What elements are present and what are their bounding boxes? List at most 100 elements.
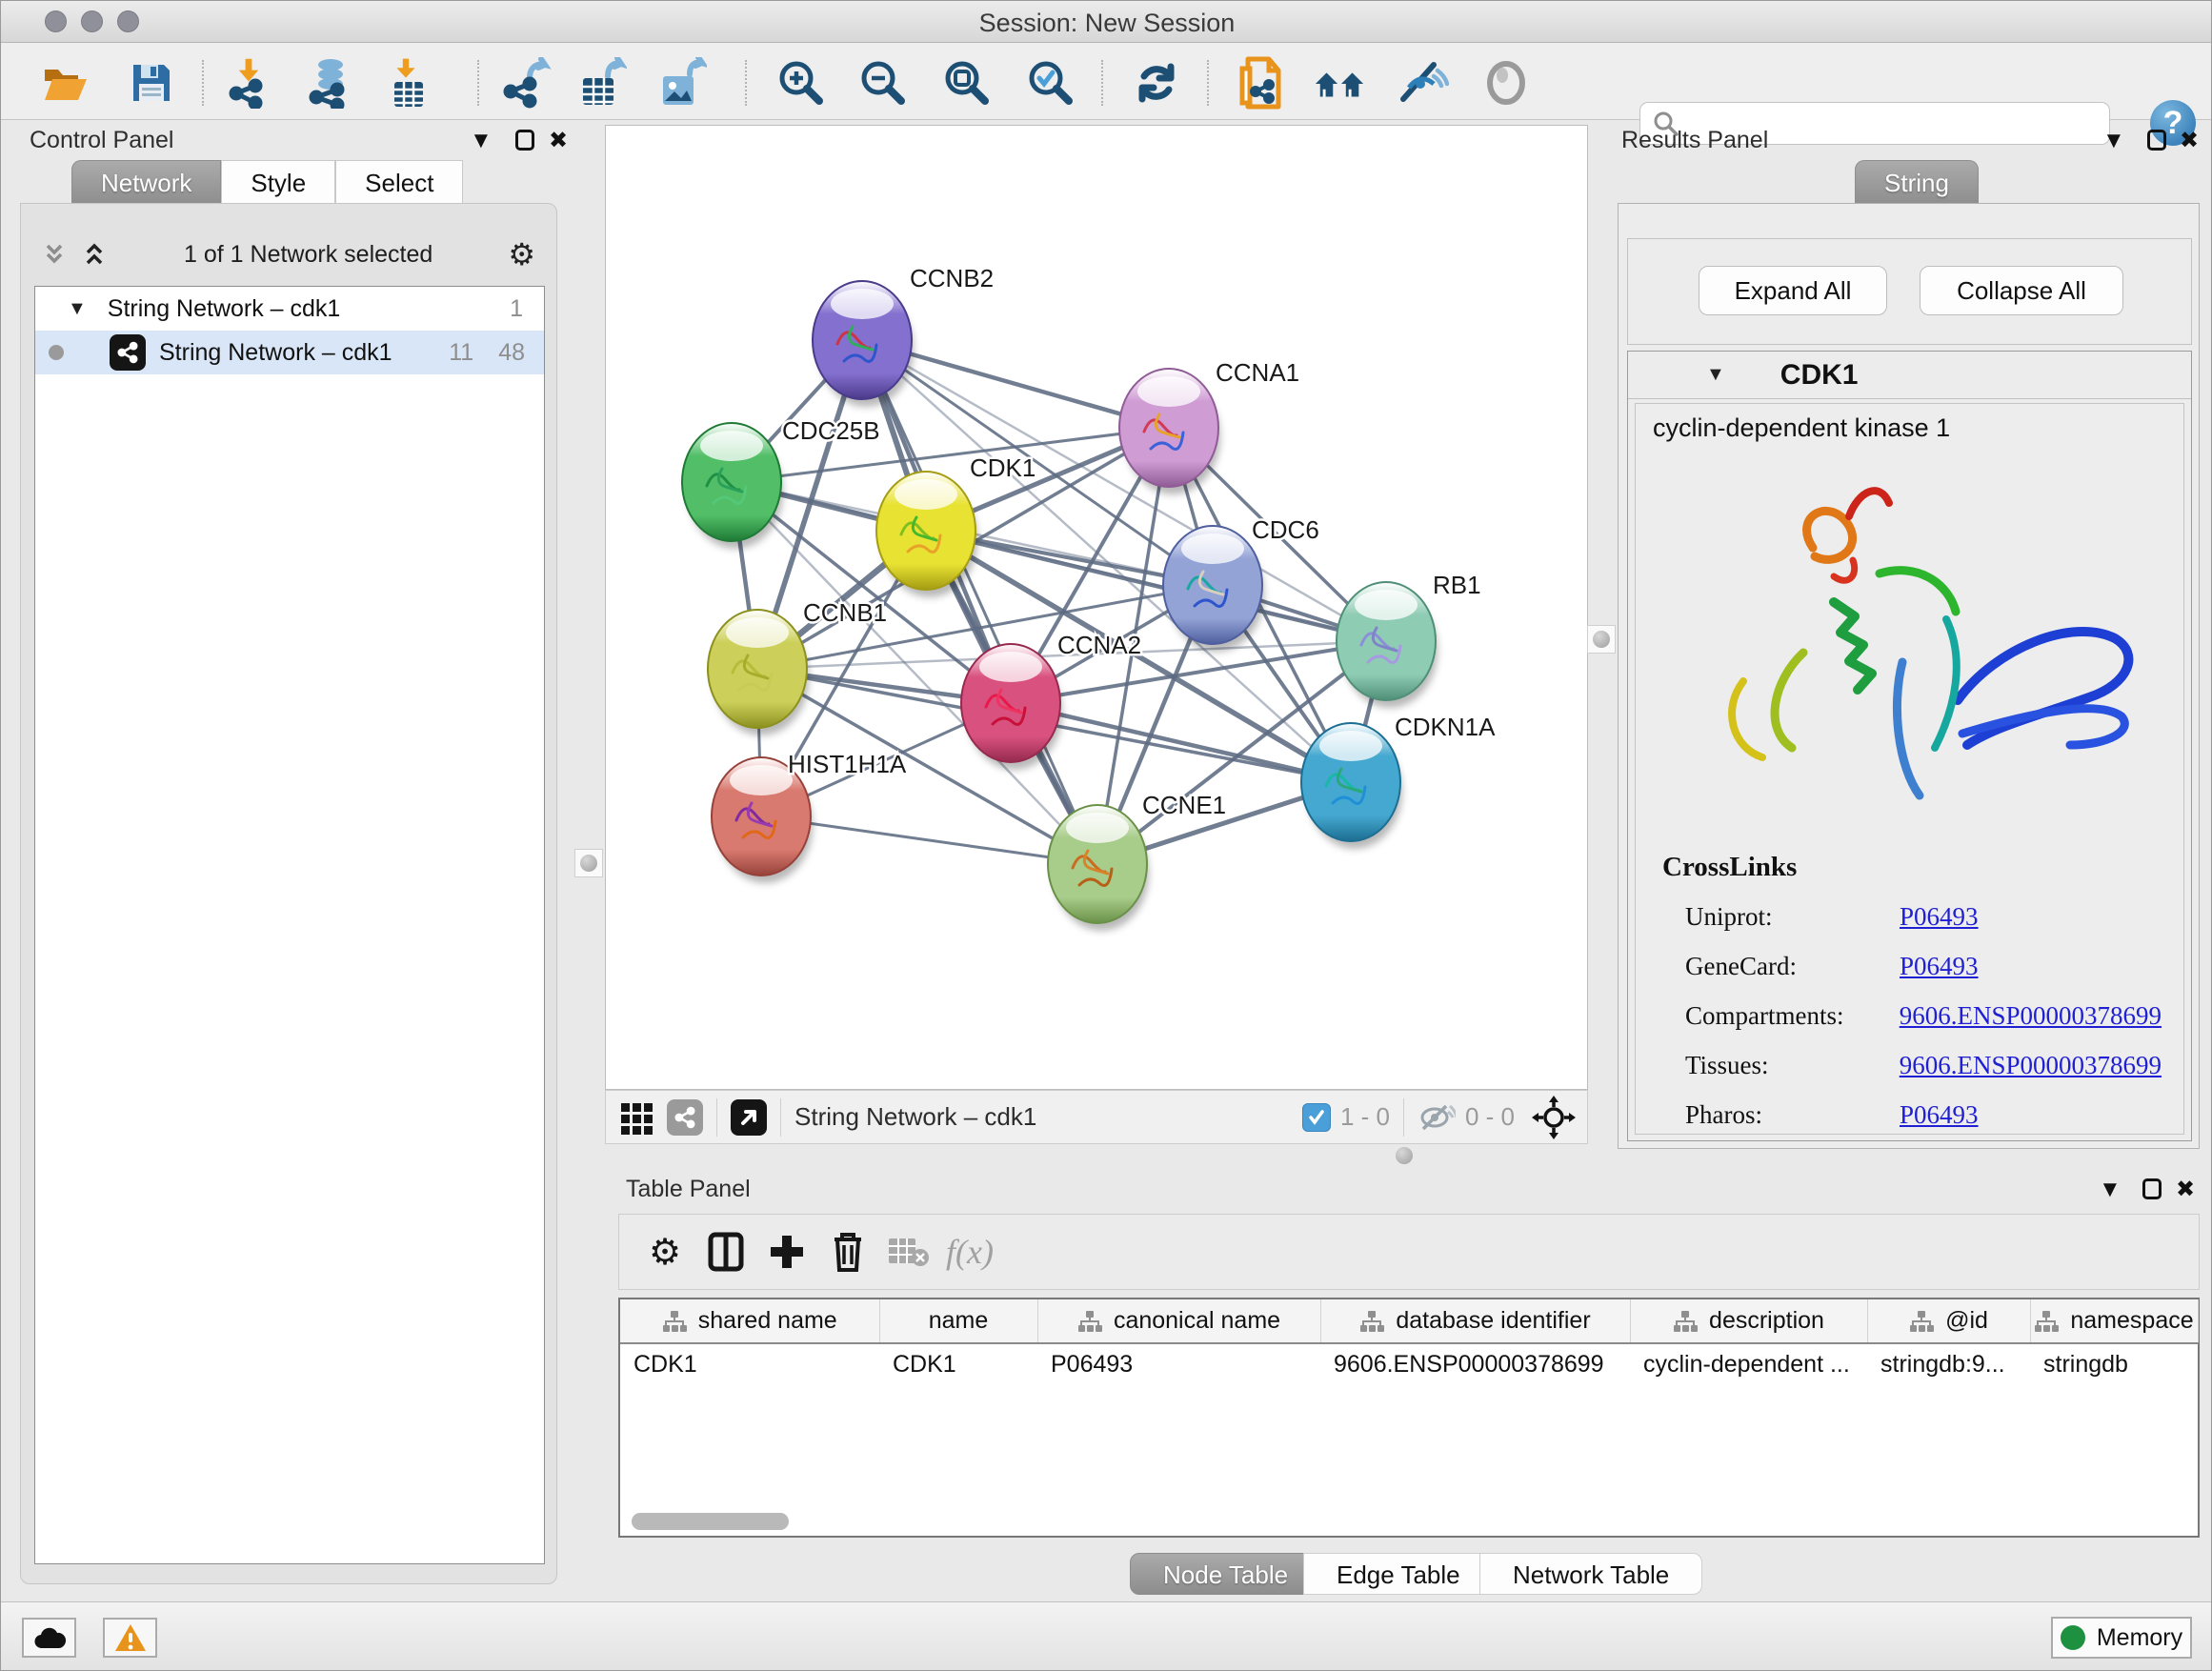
hide-selected-eye-icon[interactable] <box>1396 56 1449 110</box>
network-node-HIST1H1A[interactable]: HIST1H1A <box>712 750 907 883</box>
network-node-RB1[interactable]: RB1 <box>1337 571 1481 708</box>
network-node-CDC25B[interactable]: CDC25B <box>682 416 880 549</box>
network-node-CCNA1[interactable]: CCNA1 <box>1119 358 1299 494</box>
network-node-CCNA2[interactable]: CCNA2 <box>961 631 1141 770</box>
network-node-CCNB2[interactable]: CCNB2 <box>813 264 994 407</box>
crosslink-value-link[interactable]: 9606.ENSP00000378699 <box>1900 1001 2162 1031</box>
tab-style[interactable]: Style <box>221 160 335 204</box>
gene-expander-icon[interactable]: ▼ <box>1706 364 1725 386</box>
delete-table-icon[interactable] <box>878 1225 939 1278</box>
show-columns-icon[interactable] <box>695 1225 756 1278</box>
cloud-status-button[interactable] <box>22 1618 76 1658</box>
table-panel-float-icon[interactable] <box>2142 1177 2162 1209</box>
results-panel-close-icon[interactable]: ✖ <box>2180 125 2199 157</box>
pan-crosshair-icon[interactable] <box>1532 1096 1576 1139</box>
add-column-icon[interactable] <box>756 1225 817 1278</box>
column-header-description[interactable]: description <box>1630 1299 1867 1343</box>
control-panel-menu-icon[interactable]: ▼ <box>470 125 493 157</box>
home-networks-icon[interactable] <box>1314 56 1367 110</box>
gene-section: ▼ CDK1 cyclin-dependent kinase 1 <box>1627 351 2192 1141</box>
network-collection-row[interactable]: ▼ String Network – cdk1 1 <box>35 287 544 331</box>
bottom-splitter-handle[interactable] <box>1392 1143 1417 1168</box>
delete-column-icon[interactable] <box>817 1225 878 1278</box>
selected-nodes-checkbox[interactable] <box>1302 1103 1331 1132</box>
show-all-eye-icon[interactable] <box>1479 56 1533 110</box>
zoom-fit-icon[interactable] <box>940 56 994 110</box>
expand-all-button[interactable]: Expand All <box>1699 266 1887 315</box>
network-canvas[interactable]: CCNB2 CCNA1 CDC25BCDK1 CDC6RB1 CCNB1 CCNA2 CDK… <box>605 125 1588 1090</box>
string-document-icon[interactable] <box>1234 56 1287 110</box>
table-options-gear-icon[interactable]: ⚙ <box>634 1225 695 1278</box>
results-panel-menu-icon[interactable]: ▼ <box>2102 125 2125 157</box>
network-row[interactable]: String Network – cdk1 11 48 <box>35 331 544 374</box>
import-network-database-icon[interactable] <box>304 56 357 110</box>
save-session-icon[interactable] <box>125 56 178 110</box>
warning-icon <box>114 1623 147 1652</box>
collection-expander-icon[interactable]: ▼ <box>68 298 87 320</box>
column-header-canonical-name[interactable]: canonical name <box>1037 1299 1320 1343</box>
application-window: Session: New Session <box>0 0 2212 1671</box>
table-panel-close-icon[interactable]: ✖ <box>2176 1174 2195 1206</box>
column-source-icon <box>1909 1310 1934 1333</box>
gene-section-header[interactable]: ▼ CDK1 <box>1628 352 2191 399</box>
network-selection-status: 1 of 1 Network selected <box>109 241 508 269</box>
network-type-toolbar-icon[interactable] <box>667 1099 703 1136</box>
crosslink-value-link[interactable]: P06493 <box>1900 1100 1979 1130</box>
tab-node-table[interactable]: Node Table <box>1130 1553 1321 1595</box>
zoom-selected-icon[interactable] <box>1024 56 1077 110</box>
column-header-database-identifier[interactable]: database identifier <box>1320 1299 1630 1343</box>
function-builder-icon[interactable]: f(x) <box>939 1225 1000 1278</box>
control-panel-close-icon[interactable]: ✖ <box>549 125 568 157</box>
collapse-all-button[interactable]: Collapse All <box>1920 266 2123 315</box>
grid-view-icon[interactable] <box>619 1099 655 1136</box>
control-panel-float-icon[interactable] <box>515 128 534 160</box>
column-header-namespace[interactable]: namespace <box>2030 1299 2198 1343</box>
collapse-all-chevron-icon[interactable] <box>40 240 69 269</box>
node-label-CCNA2: CCNA2 <box>1057 631 1141 659</box>
network-node-CCNB1[interactable]: CCNB1 <box>708 598 887 735</box>
right-splitter-handle[interactable] <box>1587 625 1616 654</box>
tab-network[interactable]: Network <box>71 160 221 204</box>
crosslink-value-link[interactable]: 9606.ENSP00000378699 <box>1900 1051 2162 1080</box>
import-table-file-icon[interactable] <box>382 56 435 110</box>
birds-eye-view-icon[interactable] <box>731 1099 767 1136</box>
toolbar-divider <box>202 60 204 106</box>
open-session-icon[interactable] <box>39 56 92 110</box>
table-cell: stringdb <box>2030 1343 2198 1385</box>
tab-network-table[interactable]: Network Table <box>1479 1553 1702 1595</box>
network-type-icon <box>110 334 146 371</box>
export-network-icon[interactable] <box>500 56 553 110</box>
hidden-nodes-eye-icon <box>1418 1102 1456 1133</box>
export-image-icon[interactable] <box>654 56 708 110</box>
results-panel-float-icon[interactable] <box>2147 128 2166 160</box>
network-node-CDKN1A[interactable]: CDKN1A <box>1301 713 1496 849</box>
expand-all-chevron-icon[interactable] <box>80 240 109 269</box>
crosslink-value-link[interactable]: P06493 <box>1900 952 1979 981</box>
column-header--id[interactable]: @id <box>1867 1299 2030 1343</box>
network-node-CDK1[interactable]: CDK1 <box>876 453 1036 597</box>
tab-edge-table[interactable]: Edge Table <box>1303 1553 1494 1595</box>
export-table-icon[interactable] <box>574 56 628 110</box>
toolbar-divider <box>1101 60 1103 106</box>
table-horizontal-scrollbar <box>624 1513 2194 1530</box>
import-network-file-icon[interactable] <box>226 56 279 110</box>
zoom-in-icon[interactable] <box>774 56 828 110</box>
table-panel-menu-icon[interactable]: ▼ <box>2099 1174 2122 1206</box>
column-header-name[interactable]: name <box>879 1299 1037 1343</box>
network-options-gear-icon[interactable]: ⚙ <box>508 236 535 272</box>
memory-button[interactable]: Memory <box>2051 1617 2192 1659</box>
network-node-CCNE1[interactable]: CCNE1 <box>1048 791 1226 931</box>
left-splitter-handle[interactable] <box>574 849 603 877</box>
crosslink-value-link[interactable]: P06493 <box>1900 902 1979 932</box>
zoom-out-icon[interactable] <box>856 56 910 110</box>
tab-select[interactable]: Select <box>335 160 463 204</box>
warnings-button[interactable] <box>103 1618 157 1658</box>
refresh-icon[interactable] <box>1130 56 1183 110</box>
results-panel-title: Results Panel <box>1621 127 1768 154</box>
expand-collapse-box: Expand All Collapse All <box>1627 238 2192 345</box>
network-node-CDC6[interactable]: CDC6 <box>1163 515 1319 652</box>
column-header-shared-name[interactable]: shared name <box>620 1299 879 1343</box>
tab-string[interactable]: String <box>1855 160 1979 204</box>
scrollbar-thumb[interactable] <box>632 1513 789 1530</box>
table-row[interactable]: CDK1CDK1P064939606.ENSP00000378699cyclin… <box>620 1343 2198 1385</box>
